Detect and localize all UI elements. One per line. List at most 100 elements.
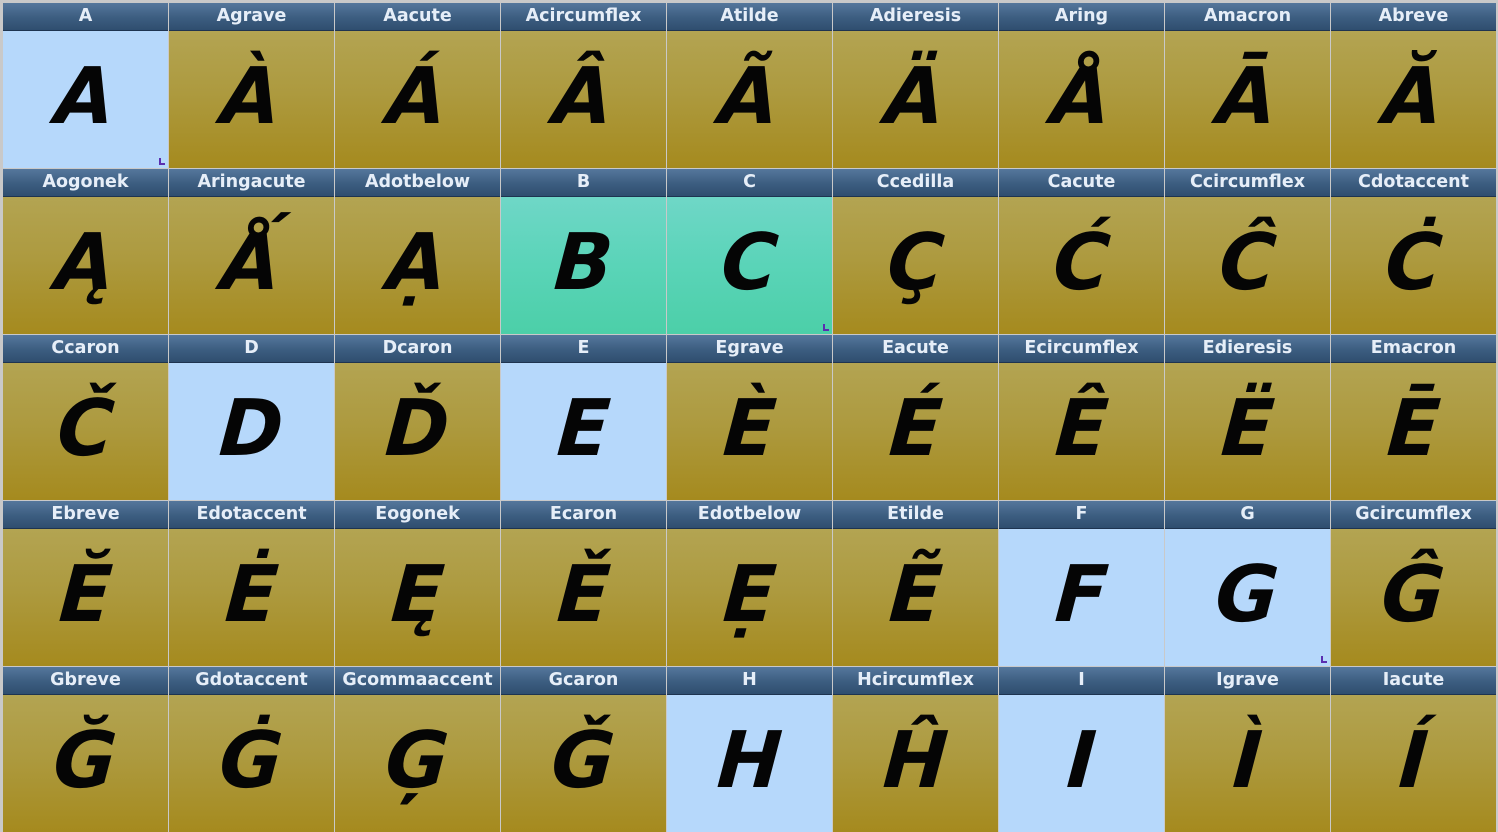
glyph-preview: Ď [335,363,500,500]
glyph-cell-edieresis[interactable]: Edieresis Ë [1165,335,1330,500]
glyph-cell-etilde[interactable]: Etilde Ẽ [833,501,998,666]
glyph-name-label: Etilde [833,501,998,529]
glyph-cell-adotbelow[interactable]: Adotbelow Ạ [335,169,500,334]
glyph-cell-aringacute[interactable]: Aringacute Ǻ [169,169,334,334]
glyph-cell-gdotaccent[interactable]: Gdotaccent Ġ [169,667,334,832]
glyph-cell-acircumflex[interactable]: Acircumflex Â [501,3,666,168]
glyph-cell-edotbelow[interactable]: Edotbelow Ẹ [667,501,832,666]
glyph-cell-iacute[interactable]: Iacute Í [1331,667,1496,832]
glyph-cell-aring[interactable]: Aring Å [999,3,1164,168]
glyph-character: D [216,383,287,474]
glyph-grid-window: { "glyph_grid": { "cells": [ {"name": "A… [0,0,1498,832]
glyph-preview: Ć [999,197,1164,334]
glyph-cell-f[interactable]: F F [999,501,1164,666]
glyph-character: Č [54,383,117,474]
glyph-cell-e[interactable]: E E [501,335,666,500]
glyph-name-label: Adieresis [833,3,998,31]
glyph-cell-aogonek[interactable]: Aogonek Ą [3,169,168,334]
glyph-preview: Ā [1165,31,1330,168]
glyph-preview: È [667,363,832,500]
glyph-cell-gcaron[interactable]: Gcaron Ǧ [501,667,666,832]
glyph-cell-ecircumflex[interactable]: Ecircumflex Ê [999,335,1164,500]
glyph-cell-g[interactable]: G G [1165,501,1330,666]
glyph-name-label: G [1165,501,1330,529]
glyph-name-label: Eacute [833,335,998,363]
glyph-preview: Ĉ [1165,197,1330,334]
glyph-preview: Ą [3,197,168,334]
glyph-cell-c[interactable]: C C [667,169,832,334]
glyph-character: Ģ [382,715,453,806]
glyph-name-label: Gdotaccent [169,667,334,695]
glyph-preview: Ė [169,529,334,666]
glyph-cell-gcommaaccent[interactable]: Gcommaaccent Ģ [335,667,500,832]
glyph-preview: Ē [1331,363,1496,500]
glyph-character: Ġ [216,715,287,806]
glyph-character: F [1052,549,1111,640]
glyph-cell-b[interactable]: B B [501,169,666,334]
glyph-preview: Ã [667,31,832,168]
glyph-cell-ccircumflex[interactable]: Ccircumflex Ĉ [1165,169,1330,334]
glyph-cell-ebreve[interactable]: Ebreve Ĕ [3,501,168,666]
component-marker-icon [823,324,829,331]
glyph-cell-adieresis[interactable]: Adieresis Ä [833,3,998,168]
glyph-cell-igrave[interactable]: Igrave Ì [1165,667,1330,832]
glyph-cell-edotaccent[interactable]: Edotaccent Ė [169,501,334,666]
glyph-preview: Ă [1331,31,1496,168]
glyph-cell-atilde[interactable]: Atilde Ã [667,3,832,168]
glyph-character: G [1212,549,1283,640]
glyph-name-label: Emacron [1331,335,1496,363]
glyph-character: Ĉ [1216,217,1279,308]
glyph-character: Ć [1050,217,1113,308]
glyph-cell-h[interactable]: H H [667,667,832,832]
glyph-cell-a[interactable]: A A [3,3,168,168]
glyph-cell-ccaron[interactable]: Ccaron Č [3,335,168,500]
glyph-cell-ecaron[interactable]: Ecaron Ě [501,501,666,666]
glyph-preview: Ê [999,363,1164,500]
glyph-cell-abreve[interactable]: Abreve Ă [1331,3,1496,168]
glyph-cell-eogonek[interactable]: Eogonek Ę [335,501,500,666]
glyph-character: A [52,51,119,142]
glyph-cell-d[interactable]: D D [169,335,334,500]
glyph-character: Ā [1214,51,1281,142]
glyph-name-label: Acircumflex [501,3,666,31]
glyph-cell-eacute[interactable]: Eacute É [833,335,998,500]
glyph-character: À [218,51,285,142]
glyph-cell-i[interactable]: I I [999,667,1164,832]
glyph-name-label: Aring [999,3,1164,31]
glyph-character: Ẹ [720,549,779,640]
glyph-cell-gbreve[interactable]: Gbreve Ğ [3,667,168,832]
glyph-cell-agrave[interactable]: Agrave À [169,3,334,168]
glyph-cell-amacron[interactable]: Amacron Ā [1165,3,1330,168]
glyph-character: Ĥ [880,715,951,806]
glyph-cell-emacron[interactable]: Emacron Ē [1331,335,1496,500]
glyph-cell-ccedilla[interactable]: Ccedilla Ç [833,169,998,334]
glyph-cell-hcircumflex[interactable]: Hcircumflex Ĥ [833,667,998,832]
glyph-character: É [886,383,945,474]
glyph-name-label: Eogonek [335,501,500,529]
glyph-cell-gcircumflex[interactable]: Gcircumflex Ĝ [1331,501,1496,666]
glyph-preview: Ä [833,31,998,168]
glyph-character: C [718,217,781,308]
glyph-character: È [720,383,779,474]
glyph-cell-aacute[interactable]: Aacute Á [335,3,500,168]
glyph-name-label: C [667,169,832,197]
glyph-preview: Ẽ [833,529,998,666]
glyph-preview: Ç [833,197,998,334]
glyph-cell-cacute[interactable]: Cacute Ć [999,169,1164,334]
glyph-cell-cdotaccent[interactable]: Cdotaccent Ċ [1331,169,1496,334]
glyph-preview: Ę [335,529,500,666]
glyph-character: Ė [222,549,281,640]
glyph-name-label: Cacute [999,169,1164,197]
glyph-preview: F [999,529,1164,666]
glyph-name-label: H [667,667,832,695]
glyph-name-label: Ecircumflex [999,335,1164,363]
glyph-preview: Ǻ [169,197,334,334]
glyph-character: Ǧ [548,715,619,806]
glyph-character: Ç [884,217,947,308]
glyph-cell-dcaron[interactable]: Dcaron Ď [335,335,500,500]
glyph-character: Ă [1380,51,1447,142]
glyph-cell-egrave[interactable]: Egrave È [667,335,832,500]
glyph-name-label: Gcaron [501,667,666,695]
glyph-preview: E [501,363,666,500]
glyph-name-label: Aringacute [169,169,334,197]
